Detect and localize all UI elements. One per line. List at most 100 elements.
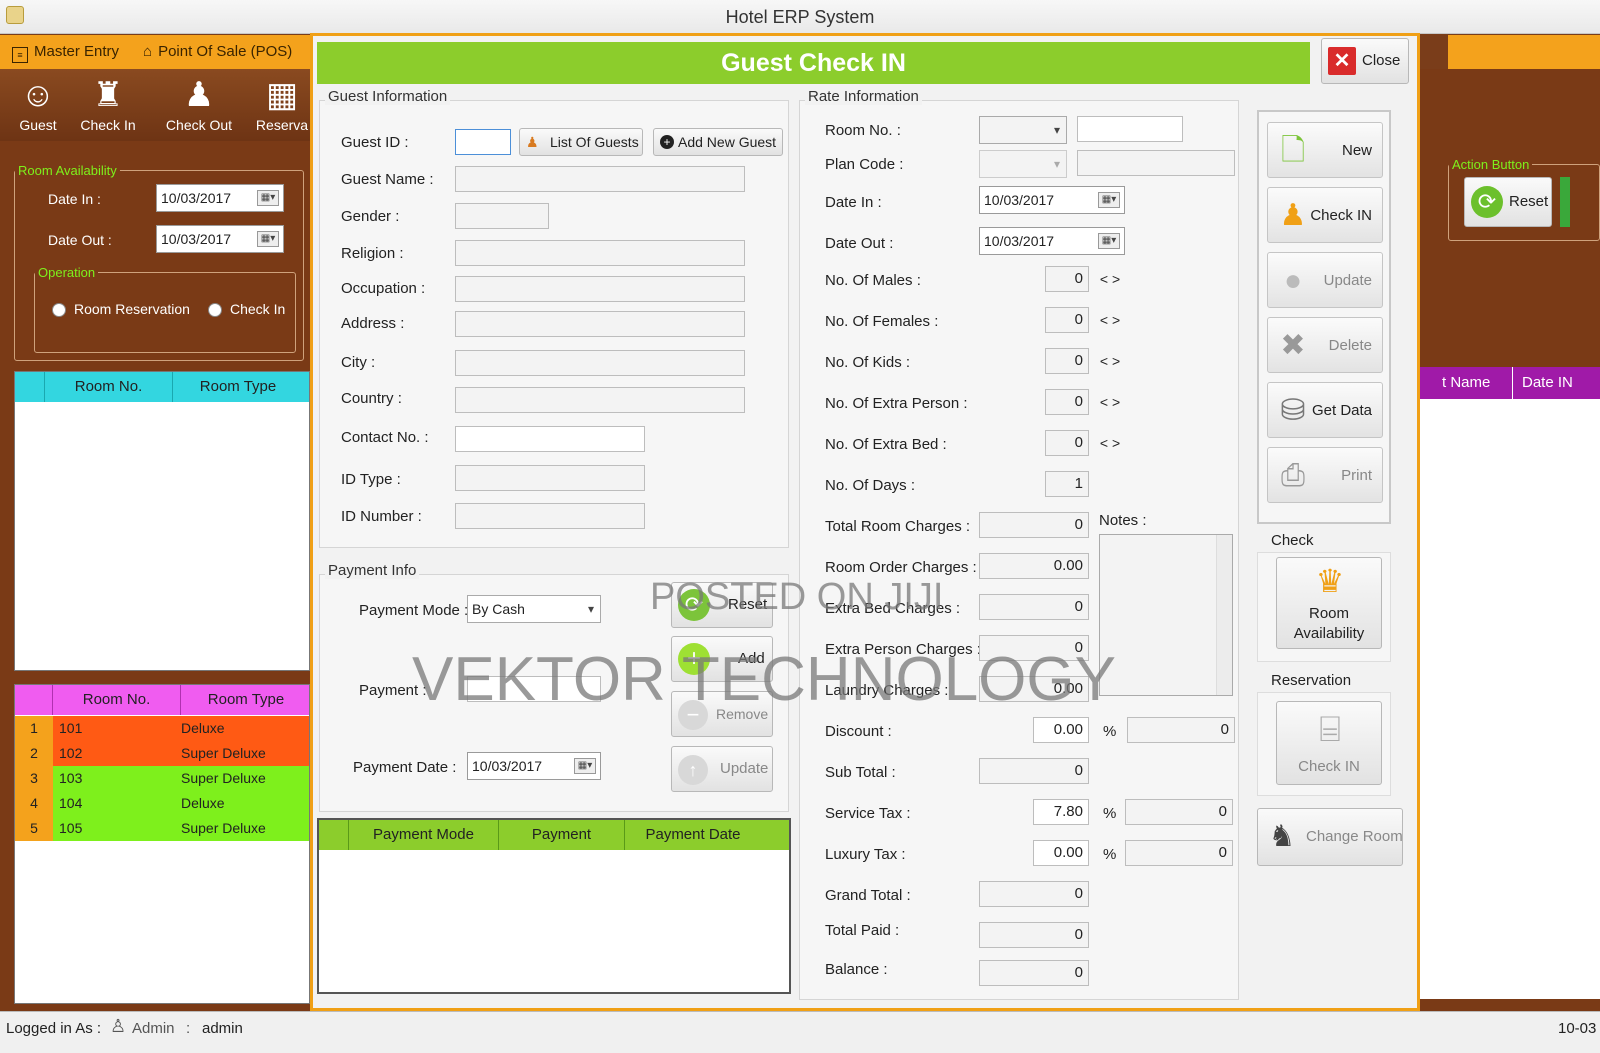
grid-col-room-type[interactable]: Room Type [173,372,303,402]
table-row[interactable]: 2 102 Super Deluxe [15,741,309,766]
payment-date-picker[interactable]: 10/03/2017 ▦▾ [467,752,601,780]
calendar-dropdown-icon[interactable]: ▦▾ [574,758,596,774]
calendar-dropdown-icon[interactable]: ▦▾ [257,231,279,247]
extra-bed-stepper[interactable]: < > [1095,432,1125,454]
rooms-grid[interactable]: Room No. Room Type 1 101 Deluxe 2 102 Super D… [14,684,310,1004]
table-row[interactable]: 3 103 Super Deluxe [15,766,309,791]
right-reset-button[interactable]: ⟳ Reset [1464,177,1552,227]
payment-update-button[interactable]: ↑ Update [671,746,773,792]
service-tax-amount-input[interactable]: 0 [1125,799,1233,825]
left-date-in-picker[interactable]: 10/03/2017 ▦▾ [156,184,284,212]
extra-person-stepper[interactable]: < > [1095,391,1125,413]
left-panel: Room Availability Date In : 10/03/2017 ▦▾… [0,141,310,1011]
guest-name-input[interactable] [455,166,745,192]
room-order-charges-input[interactable]: 0.00 [979,553,1089,579]
kids-stepper[interactable]: < > [1095,350,1125,372]
check-in-button[interactable]: ♟ Check IN [1267,187,1383,243]
payment-grid[interactable]: Payment Mode Payment Payment Date [317,818,791,994]
right-grid-body[interactable] [1420,399,1600,999]
city-input[interactable] [455,350,745,376]
guest-id-input[interactable] [455,129,511,155]
discount-input[interactable]: 0.00 [1033,717,1089,743]
rate-date-in-picker[interactable]: 10/03/2017 ▦▾ [979,186,1125,214]
reservation-check-in-button[interactable]: ⌸ Check IN [1276,701,1382,785]
rooms-grid-col-room-no[interactable]: Room No. [53,685,181,715]
service-tax-input[interactable]: 7.80 [1033,799,1089,825]
change-room-button[interactable]: ♞ Change Room [1257,808,1403,866]
total-room-charges-input[interactable]: 0 [979,512,1089,538]
balance-input[interactable]: 0 [979,960,1089,986]
rate-date-out-picker[interactable]: 10/03/2017 ▦▾ [979,227,1125,255]
sub-total-input[interactable]: 0 [979,758,1089,784]
menu-pos[interactable]: ⌂ Point Of Sale (POS) [143,35,292,69]
toolbar-check-out-button[interactable]: ♟ Check Out [160,71,238,139]
reservation-check-in-label: Check IN [1298,758,1360,775]
table-row[interactable]: 5 105 Super Deluxe [15,816,309,841]
add-new-guest-button[interactable]: + Add New Guest [653,128,783,156]
partial-button[interactable] [1560,177,1570,227]
extra-person-input[interactable]: 0 [1045,389,1089,415]
room-no-detail-input[interactable] [1077,116,1183,142]
right-reset-label: Reset [1509,193,1549,210]
toolbar-reservation-button[interactable]: ▦ Reserva [250,71,314,139]
right-grid-col-date[interactable]: Date IN [1522,374,1573,391]
room-availability-grid[interactable]: Room No. Room Type [14,371,310,671]
grid-col-room-no[interactable]: Room No. [45,372,173,402]
calendar-dropdown-icon[interactable]: ▦▾ [257,190,279,206]
update-button[interactable]: ● Update [1267,252,1383,308]
extra-bed-charges-input[interactable]: 0 [979,594,1089,620]
toolbar-guest-button[interactable]: ☺ Guest [6,71,70,139]
rooms-grid-col-room-type[interactable]: Room Type [181,685,311,715]
occupation-label: Occupation : [341,280,426,297]
luxury-tax-amount-input[interactable]: 0 [1125,840,1233,866]
reservation-group-title: Reservation [1271,672,1352,689]
menu-master-entry[interactable]: ≡ Master Entry [12,35,119,69]
notes-textarea[interactable] [1099,534,1233,696]
address-input[interactable] [455,311,745,337]
females-stepper[interactable]: < > [1095,309,1125,331]
table-row[interactable]: 1 101 Deluxe [15,716,309,741]
payment-grid-col-date[interactable]: Payment Date [625,820,761,850]
kids-input[interactable]: 0 [1045,348,1089,374]
id-number-input[interactable] [455,503,645,529]
payment-grid-col-mode[interactable]: Payment Mode [349,820,499,850]
gender-select[interactable] [455,203,549,229]
payment-grid-col-payment[interactable]: Payment [499,820,625,850]
new-button[interactable]: 🗋 New [1267,122,1383,178]
room-availability-button[interactable]: ♛ Room Availability [1276,557,1382,649]
notes-scrollbar[interactable] [1216,535,1232,695]
room-reservation-radio[interactable] [52,303,66,317]
discount-amount-input[interactable]: 0 [1127,717,1235,743]
id-type-select[interactable] [455,465,645,491]
check-in-radio[interactable] [208,303,222,317]
days-input[interactable]: 1 [1045,471,1089,497]
print-button[interactable]: ⎙ Print [1267,447,1383,503]
extra-bed-input[interactable]: 0 [1045,430,1089,456]
males-input[interactable]: 0 [1045,266,1089,292]
religion-input[interactable] [455,240,745,266]
plan-code-detail-input[interactable] [1077,150,1235,176]
contact-no-input[interactable] [455,426,645,452]
payment-mode-select[interactable]: By Cash ▾ [467,595,601,623]
males-stepper[interactable]: < > [1095,268,1125,290]
occupation-input[interactable] [455,276,745,302]
change-room-label: Change Room [1306,828,1403,845]
luxury-tax-input[interactable]: 0.00 [1033,840,1089,866]
plan-code-select[interactable]: ▾ [979,150,1067,178]
table-row[interactable]: 4 104 Deluxe [15,791,309,816]
get-data-button[interactable]: ⛁ Get Data [1267,382,1383,438]
list-of-guests-button[interactable]: ♟ List Of Guests [519,128,643,156]
payment-info-title: Payment Info [325,562,420,579]
country-input[interactable] [455,387,745,413]
calendar-dropdown-icon[interactable]: ▦▾ [1098,233,1120,249]
close-button[interactable]: ✕ Close [1321,38,1409,84]
total-paid-input[interactable]: 0 [979,922,1089,948]
calendar-dropdown-icon[interactable]: ▦▾ [1098,192,1120,208]
grand-total-input[interactable]: 0 [979,881,1089,907]
room-no-select[interactable]: ▾ [979,116,1067,144]
toolbar-check-in-button[interactable]: ♜ Check In [76,71,140,139]
right-grid-col-name[interactable]: t Name [1442,374,1490,391]
left-date-out-picker[interactable]: 10/03/2017 ▦▾ [156,225,284,253]
delete-button[interactable]: ✖ Delete [1267,317,1383,373]
females-input[interactable]: 0 [1045,307,1089,333]
